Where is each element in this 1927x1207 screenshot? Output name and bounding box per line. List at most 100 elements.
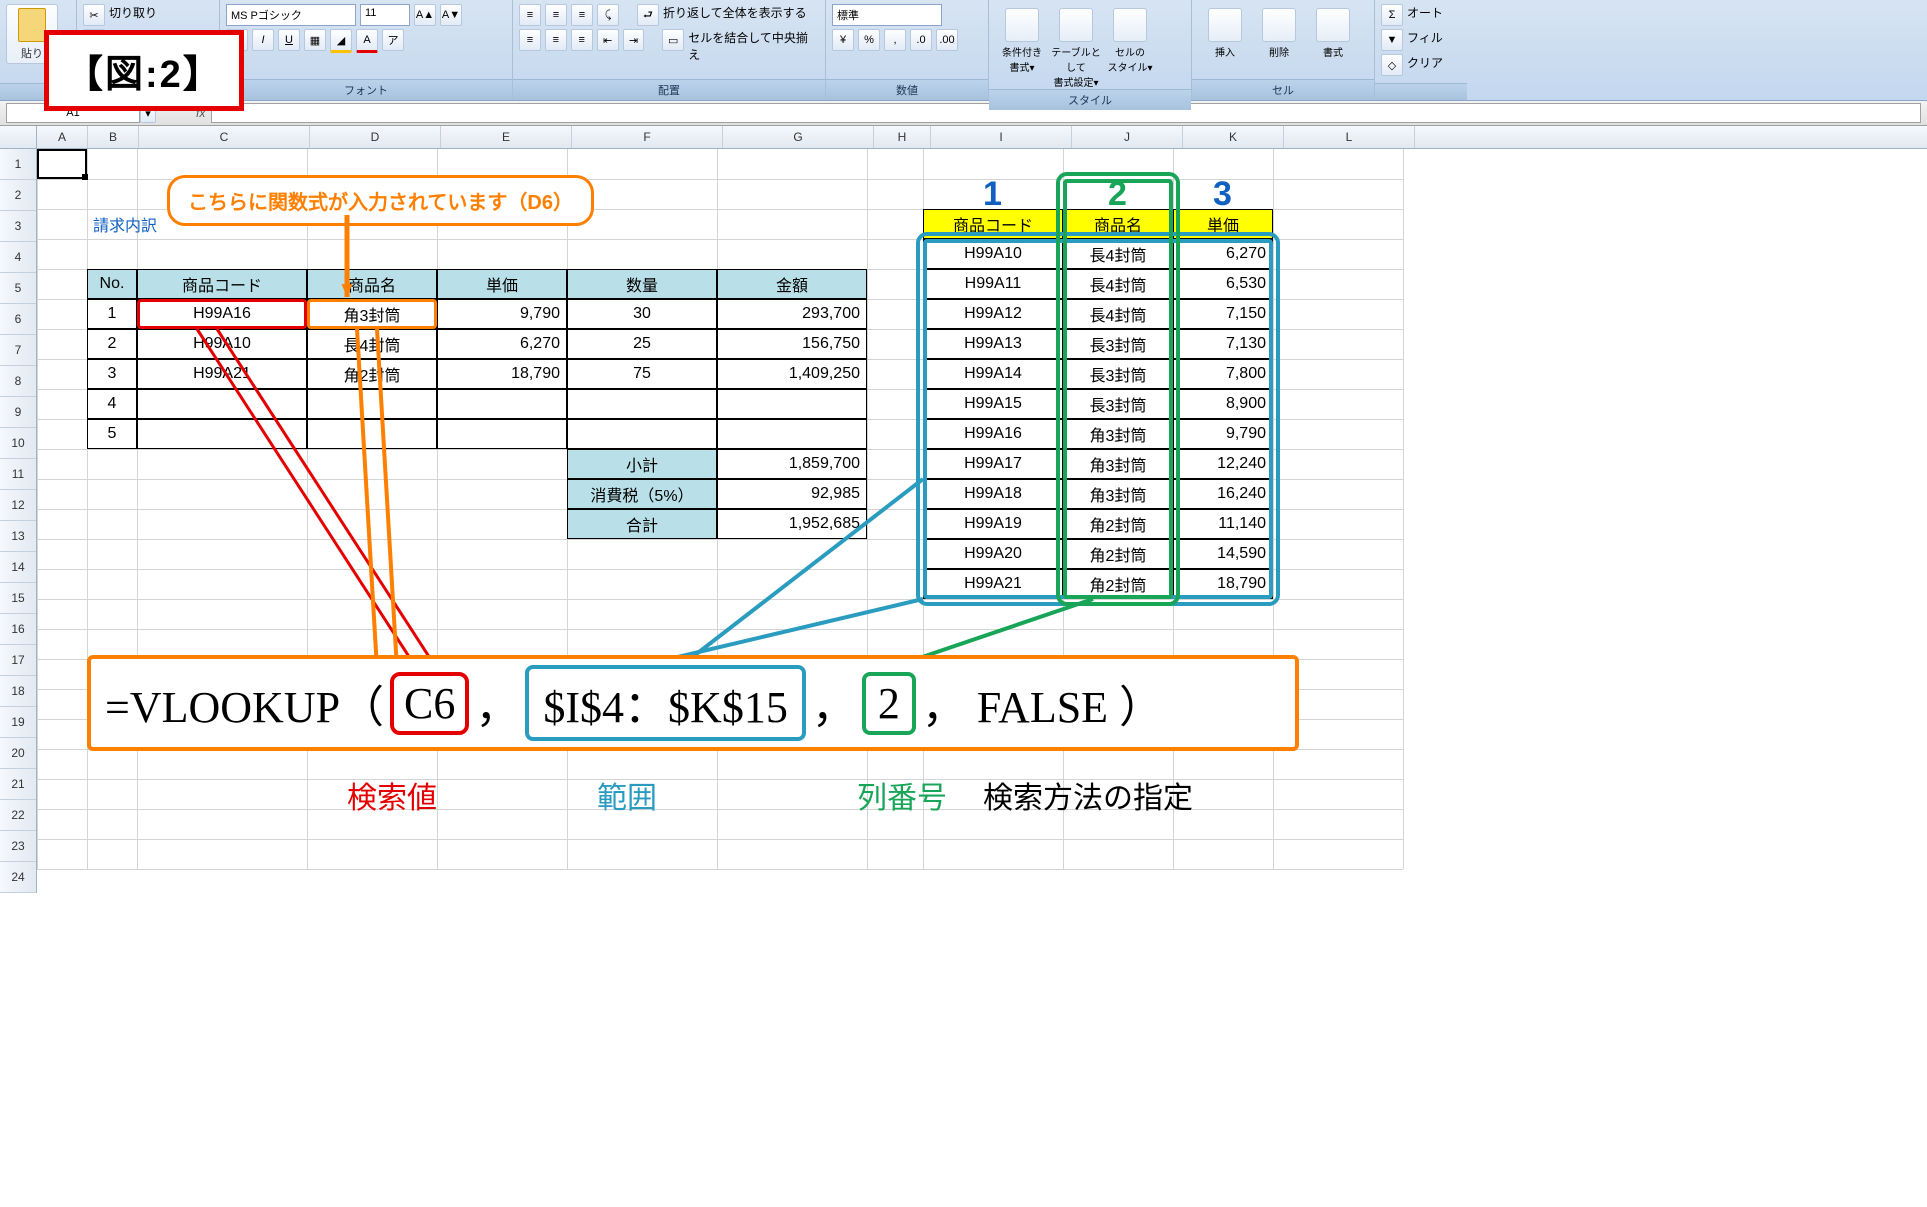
row-header[interactable]: 21	[0, 769, 36, 800]
table1-header[interactable]: No.	[87, 269, 137, 299]
table1-name[interactable]	[307, 419, 437, 449]
table1-qty[interactable]: 25	[567, 329, 717, 359]
align-right-icon[interactable]: ≡	[571, 29, 593, 51]
column-header[interactable]: J	[1072, 126, 1183, 148]
merge-icon[interactable]: ▭	[662, 29, 684, 51]
table1-no[interactable]: 2	[87, 329, 137, 359]
autosum-icon[interactable]: Σ	[1381, 4, 1403, 26]
row-header[interactable]: 24	[0, 862, 36, 893]
row-header[interactable]: 20	[0, 738, 36, 769]
row-header[interactable]: 8	[0, 366, 36, 397]
row-header[interactable]: 14	[0, 552, 36, 583]
column-header[interactable]: B	[88, 126, 139, 148]
column-header[interactable]: F	[572, 126, 723, 148]
font-name-select[interactable]: MS Pゴシック	[226, 4, 356, 26]
table1-header[interactable]: 数量	[567, 269, 717, 299]
table1-no[interactable]: 1	[87, 299, 137, 329]
table1-price[interactable]: 9,790	[437, 299, 567, 329]
cut-icon[interactable]: ✂	[83, 4, 105, 26]
table1-qty[interactable]: 30	[567, 299, 717, 329]
align-left-icon[interactable]: ≡	[519, 29, 541, 51]
fill-color-button[interactable]: ◢	[330, 29, 352, 53]
row-header[interactable]: 3	[0, 211, 36, 242]
indent-inc-icon[interactable]: ⇥	[623, 29, 645, 51]
column-header[interactable]: E	[441, 126, 572, 148]
table1-name[interactable]: 角2封筒	[307, 359, 437, 389]
column-header[interactable]: D	[310, 126, 441, 148]
table1-amount[interactable]: 1,409,250	[717, 359, 867, 389]
summary-label[interactable]: 小計	[567, 449, 717, 479]
selected-cell[interactable]	[37, 149, 87, 179]
phonetic-button[interactable]: ア	[382, 29, 404, 51]
row-header[interactable]: 22	[0, 800, 36, 831]
table1-header[interactable]: 商品コード	[137, 269, 307, 299]
table1-price[interactable]	[437, 419, 567, 449]
table1-amount[interactable]	[717, 389, 867, 419]
summary-value[interactable]: 1,859,700	[717, 449, 867, 479]
underline-button[interactable]: U	[278, 29, 300, 51]
align-middle-icon[interactable]: ≡	[545, 4, 567, 26]
conditional-format-button[interactable]: 条件付き 書式▾	[995, 4, 1049, 89]
indent-dec-icon[interactable]: ⇤	[597, 29, 619, 51]
clear-icon[interactable]: ◇	[1381, 54, 1403, 76]
format-as-table-button[interactable]: テーブルとして 書式設定▾	[1049, 4, 1103, 89]
row-header[interactable]: 7	[0, 335, 36, 366]
decrease-font-icon[interactable]: A▼	[440, 4, 462, 26]
row-header[interactable]: 23	[0, 831, 36, 862]
row-header[interactable]: 10	[0, 428, 36, 459]
row-header[interactable]: 19	[0, 707, 36, 738]
wrap-icon[interactable]: ⮐	[637, 4, 659, 26]
column-header[interactable]: A	[37, 126, 88, 148]
worksheet[interactable]: ABCDEFGHIJKL 123456789101112131415161718…	[0, 126, 1927, 1206]
table1-code[interactable]	[137, 389, 307, 419]
summary-label[interactable]: 合計	[567, 509, 717, 539]
currency-icon[interactable]: ¥	[832, 29, 854, 51]
align-center-icon[interactable]: ≡	[545, 29, 567, 51]
table1-qty[interactable]: 75	[567, 359, 717, 389]
cell-styles-button[interactable]: セルの スタイル▾	[1103, 4, 1157, 89]
table1-no[interactable]: 3	[87, 359, 137, 389]
column-header[interactable]: I	[931, 126, 1072, 148]
dec-decimal-icon[interactable]: .00	[936, 29, 958, 51]
table1-header[interactable]: 単価	[437, 269, 567, 299]
summary-value[interactable]: 1,952,685	[717, 509, 867, 539]
table1-amount[interactable]: 293,700	[717, 299, 867, 329]
inc-decimal-icon[interactable]: .0	[910, 29, 932, 51]
table1-amount[interactable]: 156,750	[717, 329, 867, 359]
table1-price[interactable]	[437, 389, 567, 419]
border-button[interactable]: ▦	[304, 29, 326, 51]
table1-code[interactable]: H99A10	[137, 329, 307, 359]
font-color-button[interactable]: A	[356, 29, 378, 53]
row-header[interactable]: 18	[0, 676, 36, 707]
column-header[interactable]: H	[874, 126, 931, 148]
cell-grid[interactable]: 請求内訳No.商品コード商品名単価数量金額1H99A16角3封筒9,790302…	[37, 149, 1927, 893]
font-size-select[interactable]: 11	[360, 4, 410, 26]
row-header[interactable]: 17	[0, 645, 36, 676]
table1-header[interactable]: 商品名	[307, 269, 437, 299]
table1-name[interactable]: 長4封筒	[307, 329, 437, 359]
row-header[interactable]: 1	[0, 149, 36, 180]
table1-no[interactable]: 4	[87, 389, 137, 419]
summary-value[interactable]: 92,985	[717, 479, 867, 509]
insert-cells-button[interactable]: 挿入	[1198, 4, 1252, 59]
table1-price[interactable]: 6,270	[437, 329, 567, 359]
summary-label[interactable]: 消費税（5%）	[567, 479, 717, 509]
table1-qty[interactable]	[567, 389, 717, 419]
row-header[interactable]: 6	[0, 304, 36, 335]
orientation-icon[interactable]: ⤹	[597, 4, 619, 26]
column-header[interactable]: K	[1183, 126, 1284, 148]
row-header[interactable]: 12	[0, 490, 36, 521]
row-header[interactable]: 9	[0, 397, 36, 428]
row-header[interactable]: 2	[0, 180, 36, 211]
table1-code[interactable]: H99A21	[137, 359, 307, 389]
row-header[interactable]: 5	[0, 273, 36, 304]
format-cells-button[interactable]: 書式	[1306, 4, 1360, 59]
align-top-icon[interactable]: ≡	[519, 4, 541, 26]
column-header[interactable]: L	[1284, 126, 1415, 148]
table1-header[interactable]: 金額	[717, 269, 867, 299]
table1-no[interactable]: 5	[87, 419, 137, 449]
column-header[interactable]: C	[139, 126, 310, 148]
row-header[interactable]: 11	[0, 459, 36, 490]
number-format-select[interactable]: 標準	[832, 4, 942, 26]
row-header[interactable]: 16	[0, 614, 36, 645]
